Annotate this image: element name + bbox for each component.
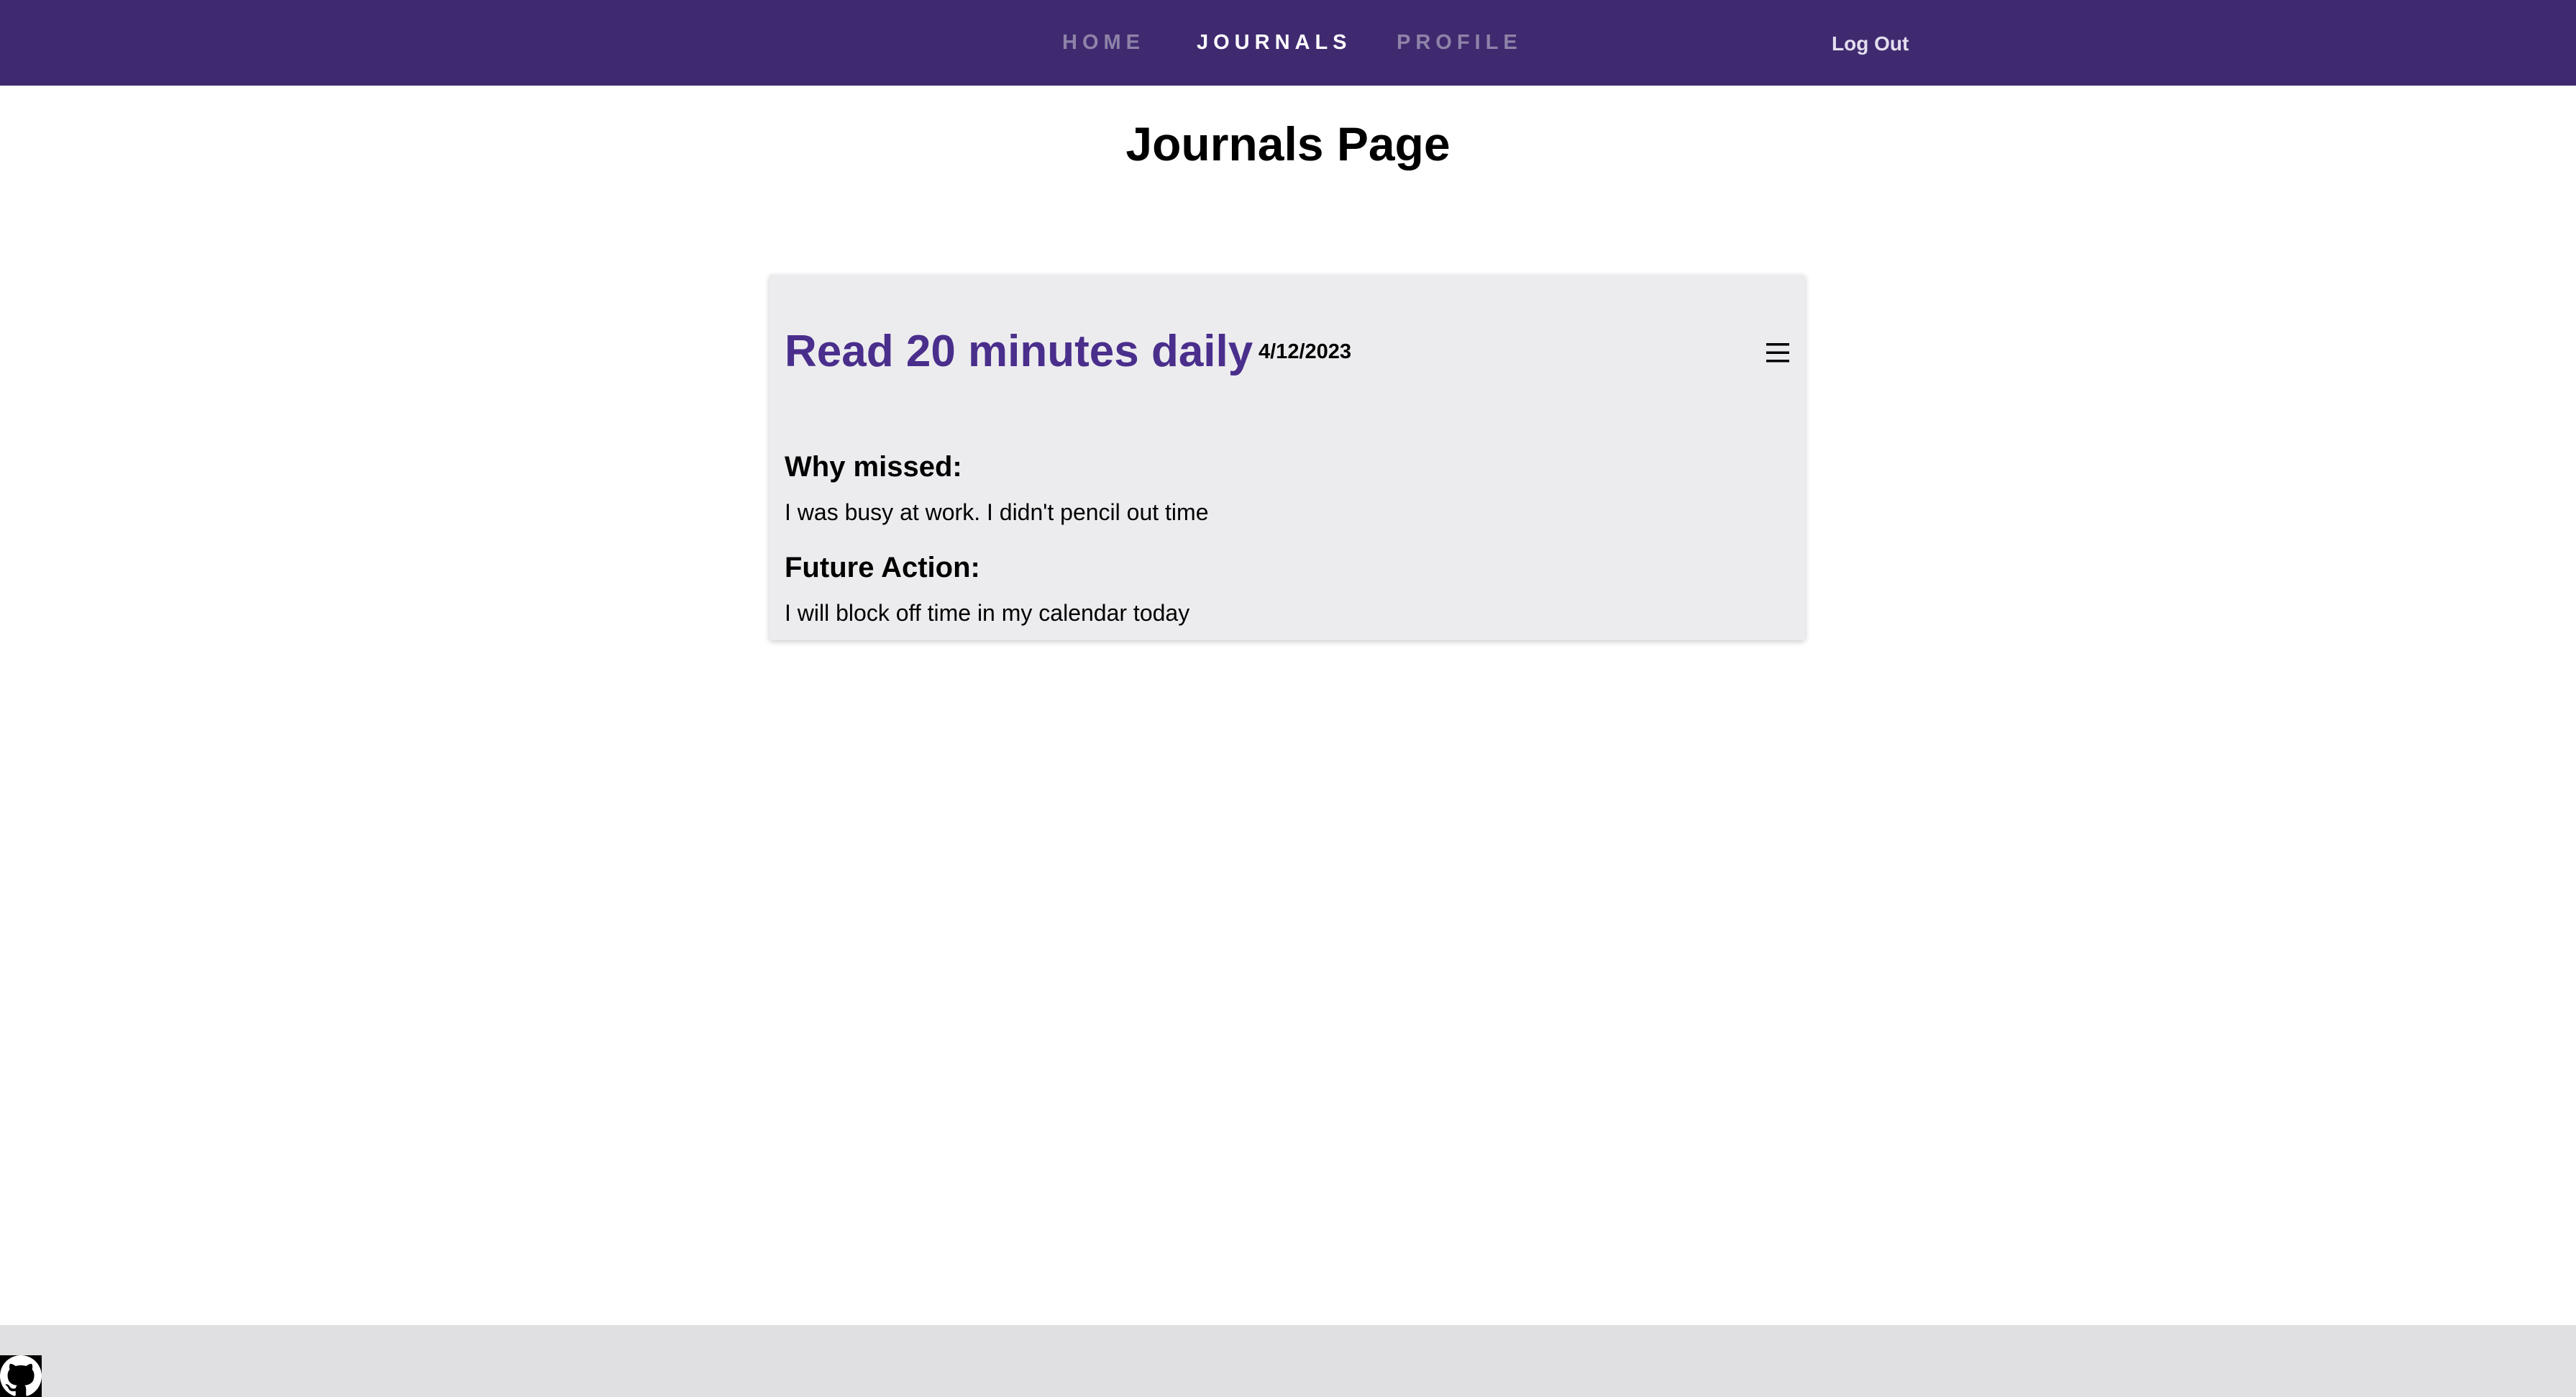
journal-entry-card: Read 20 minutes daily 4/12/2023 Why miss… (769, 275, 1805, 640)
footer (0, 1325, 2576, 1397)
hamburger-menu-icon[interactable] (1760, 335, 1795, 370)
github-icon[interactable] (0, 1355, 42, 1397)
future-action-heading: Future Action: (785, 552, 980, 583)
why-missed-heading: Why missed: (785, 451, 962, 483)
top-navbar: HOME JOURNALS PROFILE Log Out (0, 0, 2576, 86)
nav-link-profile[interactable]: PROFILE (1397, 0, 1522, 86)
journal-entry-title: Read 20 minutes daily (785, 327, 1253, 376)
page-title: Journals Page (1125, 117, 1451, 170)
why-missed-text: I was busy at work. I didn't pencil out … (785, 499, 1209, 525)
future-action-text: I will block off time in my calendar tod… (785, 600, 1190, 626)
nav-link-journals[interactable]: JOURNALS (1197, 0, 1352, 86)
journal-entry-date: 4/12/2023 (1259, 340, 1352, 363)
logout-button[interactable]: Log Out (1832, 0, 1909, 86)
nav-links: HOME JOURNALS PROFILE (0, 0, 2576, 86)
nav-link-home[interactable]: HOME (1062, 0, 1145, 86)
